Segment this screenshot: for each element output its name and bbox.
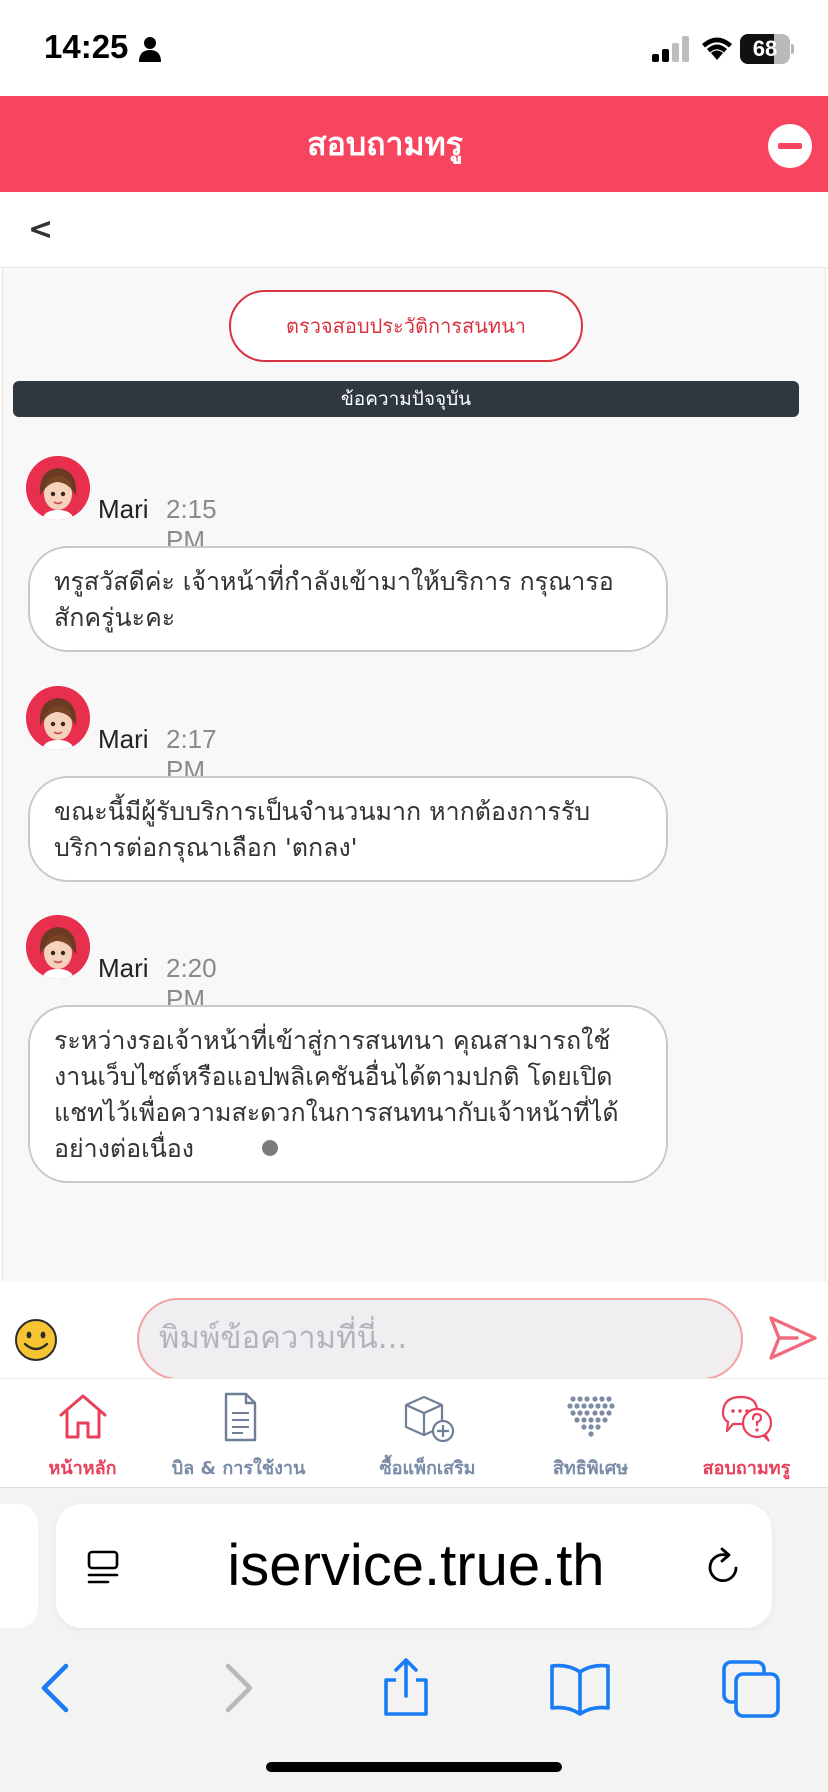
- message-bubble: ทรูสวัสดีค่ะ เจ้าหน้าที่กำลังเข้ามาให้บร…: [28, 546, 668, 652]
- chat-help-icon: [721, 1395, 772, 1442]
- avatar: [26, 456, 90, 520]
- status-time: 14:25: [44, 28, 129, 65]
- home-icon: [59, 1394, 106, 1439]
- typing-indicator: [262, 1140, 278, 1156]
- forward-arrow-icon[interactable]: [204, 1658, 268, 1718]
- nav-item-privileges[interactable]: สิทธิพิเศษ: [508, 1391, 673, 1487]
- sender-name: Mari: [98, 494, 149, 524]
- nav-item-home[interactable]: หน้าหลัก: [0, 1391, 165, 1487]
- nav-label: บิล & การใช้งาน: [171, 1458, 306, 1479]
- minus-circle-icon[interactable]: [768, 124, 812, 168]
- signal-icon: [652, 36, 689, 62]
- current-messages-divider: ข้อความปัจจุบัน: [13, 381, 799, 417]
- package-add-icon: [404, 1395, 454, 1443]
- back-arrow-icon[interactable]: [26, 1658, 90, 1718]
- nav-label: ซื้อแพ็กเสริม: [379, 1458, 476, 1479]
- page-title: สอบถามทรู: [307, 125, 463, 163]
- nav-item-ask-true[interactable]: สอบถามทรู: [664, 1391, 828, 1487]
- browser-toolbar: [0, 1638, 828, 1738]
- bottom-nav: หน้าหลัก บิล & การใช้งาน ซื้อแพ็กเสริม ส…: [0, 1378, 828, 1488]
- nav-label: สิทธิพิเศษ: [552, 1458, 629, 1479]
- person-icon: [139, 37, 161, 62]
- nav-label: สอบถามทรู: [702, 1458, 791, 1479]
- heart-dots-icon: [566, 1396, 615, 1437]
- message-bubble: ระหว่างรอเจ้าหน้าที่เข้าสู่การสนทนา คุณส…: [28, 1005, 668, 1183]
- home-indicator: [266, 1762, 562, 1772]
- sender-name: Mari: [98, 953, 149, 983]
- sender-name: Mari: [98, 724, 149, 754]
- nav-label: หน้าหลัก: [48, 1458, 117, 1479]
- url-bar[interactable]: iservice.true.th: [56, 1504, 772, 1628]
- avatar: [26, 915, 90, 979]
- status-bar: 14:25 68: [0, 0, 828, 96]
- emoji-icon[interactable]: [14, 1318, 58, 1362]
- bill-icon: [224, 1392, 256, 1442]
- browser-chrome: iservice.true.th: [0, 1488, 828, 1792]
- back-row: <: [0, 192, 828, 268]
- previous-tab-peek[interactable]: [0, 1504, 38, 1628]
- chat-history-button[interactable]: ตรวจสอบประวัติการสนทนา: [229, 290, 583, 362]
- reload-icon[interactable]: [704, 1546, 744, 1588]
- nav-item-bill[interactable]: บิล & การใช้งาน: [156, 1391, 321, 1487]
- avatar: [26, 686, 90, 750]
- nav-item-package[interactable]: ซื้อแพ็กเสริม: [345, 1391, 510, 1487]
- share-icon[interactable]: [374, 1658, 438, 1718]
- battery-icon: 68: [740, 34, 794, 64]
- reader-icon[interactable]: [86, 1548, 126, 1588]
- tabs-icon[interactable]: [720, 1658, 784, 1718]
- battery-level: 68: [752, 36, 778, 61]
- back-button[interactable]: <: [28, 210, 68, 250]
- bookmarks-icon[interactable]: [548, 1658, 612, 1718]
- message-input-bar: พิมพ์ข้อความที่นี่...: [2, 1282, 826, 1380]
- send-icon[interactable]: [767, 1312, 819, 1364]
- url-text[interactable]: iservice.true.th: [156, 1504, 676, 1628]
- message-bubble: ขณะนี้มีผู้รับบริการเป็นจำนวนมาก หากต้อง…: [28, 776, 668, 882]
- message-input[interactable]: พิมพ์ข้อความที่นี่...: [137, 1298, 743, 1380]
- wifi-icon: [702, 37, 732, 60]
- app-header: สอบถามทรู: [0, 96, 828, 192]
